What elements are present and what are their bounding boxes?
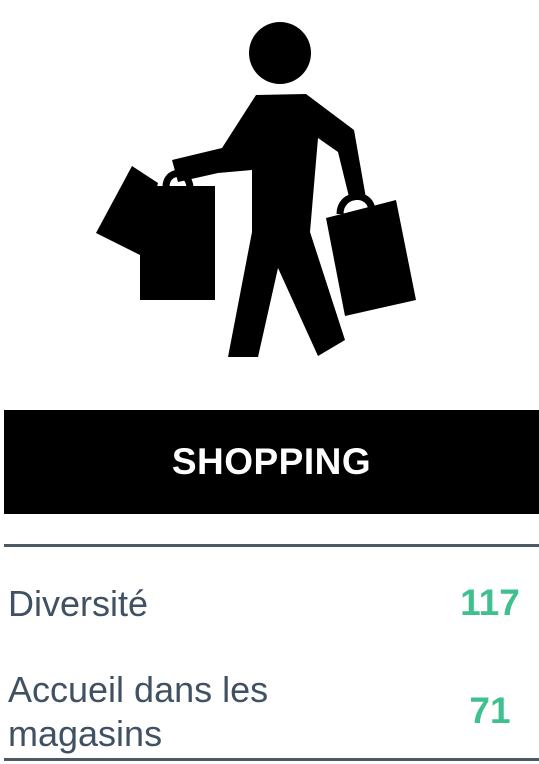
- metric-label-diversite: Diversité: [8, 583, 149, 624]
- metric-label-accueil: Accueil dans les magasins: [8, 669, 269, 754]
- shopping-person-icon: [96, 22, 416, 357]
- metric-value-accueil: 71: [469, 690, 511, 731]
- divider-top: [4, 544, 539, 547]
- shopping-illustration: [0, 0, 539, 380]
- category-banner: SHOPPING: [4, 410, 539, 514]
- category-title: SHOPPING: [171, 441, 372, 482]
- metric-value-diversite: 117: [460, 582, 520, 623]
- divider-bottom: [4, 758, 539, 761]
